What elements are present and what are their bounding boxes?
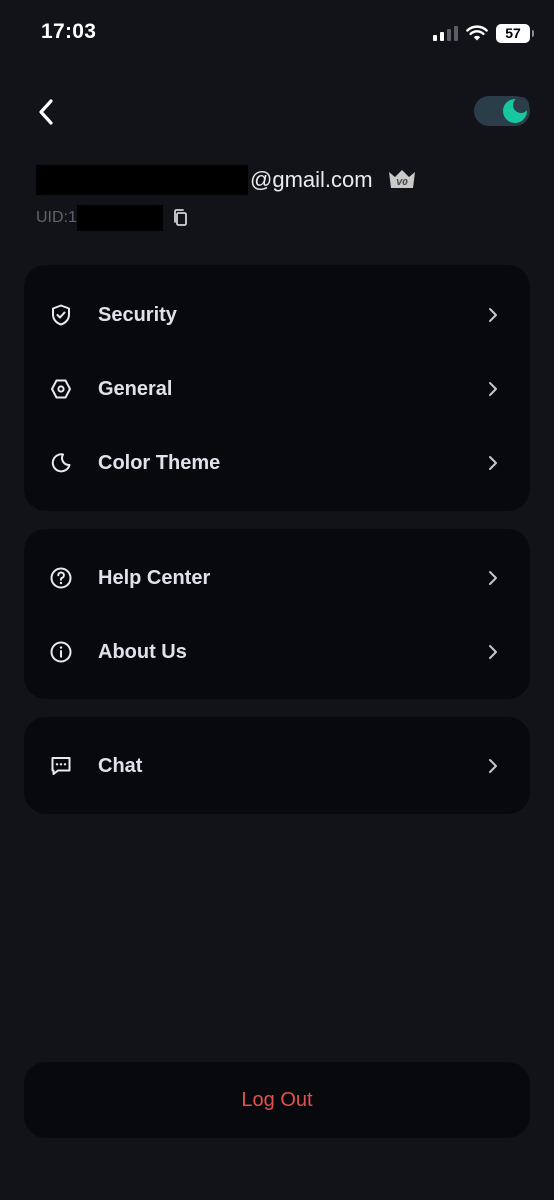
logout-label: Log Out [241,1088,313,1111]
support-card: Help Center About Us [24,529,530,699]
status-time: 17:03 [41,20,97,43]
info-circle-icon [48,639,74,665]
chat-card: Chat [24,717,530,814]
moon-icon [48,450,74,476]
chevron-right-icon [489,382,497,396]
menu-item-label: Security [98,303,177,326]
vip-level: V0 [396,178,408,187]
back-button[interactable] [32,96,60,128]
crown-icon: V0 [388,170,415,188]
email-redaction [36,165,248,195]
vip-badge: V0 [387,168,417,192]
account-uid: UID:1 [36,204,191,232]
email-domain: @gmail.com [250,167,373,192]
cellular-signal-icon [433,25,458,41]
uid-redaction [76,205,163,231]
copy-icon[interactable] [171,208,191,228]
menu-item-label: About Us [98,640,187,663]
wifi-icon [466,25,488,41]
status-indicators: 57 [433,22,534,44]
chevron-left-icon [39,99,53,125]
chevron-right-icon [489,308,497,322]
account-email: @gmail.com V0 [36,164,417,196]
moon-icon [503,97,529,123]
menu-item-help-center[interactable]: Help Center [24,541,530,615]
chevron-right-icon [489,571,497,585]
logout-button[interactable]: Log Out [24,1062,530,1138]
menu-item-color-theme[interactable]: Color Theme [24,426,530,500]
chevron-right-icon [489,759,497,773]
menu-item-label: Color Theme [98,451,221,474]
menu-item-chat[interactable]: Chat [24,729,530,803]
question-circle-icon [48,565,74,591]
shield-check-icon [48,302,74,328]
settings-card: Security General Color Theme [24,265,530,511]
menu-item-label: Help Center [98,566,211,589]
menu-item-about-us[interactable]: About Us [24,615,530,689]
hexagon-settings-icon [48,376,74,402]
status-bar: 17:03 57 [0,0,554,66]
battery-level: 57 [505,25,521,41]
menu-item-general[interactable]: General [24,352,530,426]
menu-item-security[interactable]: Security [24,278,530,352]
theme-toggle[interactable] [474,96,530,126]
menu-item-label: General [98,377,173,400]
chevron-right-icon [489,456,497,470]
chat-bubble-icon [48,753,74,779]
uid-label: UID:1 [36,209,77,226]
menu-item-label: Chat [98,754,143,777]
battery-icon: 57 [496,23,534,43]
chevron-right-icon [489,645,497,659]
